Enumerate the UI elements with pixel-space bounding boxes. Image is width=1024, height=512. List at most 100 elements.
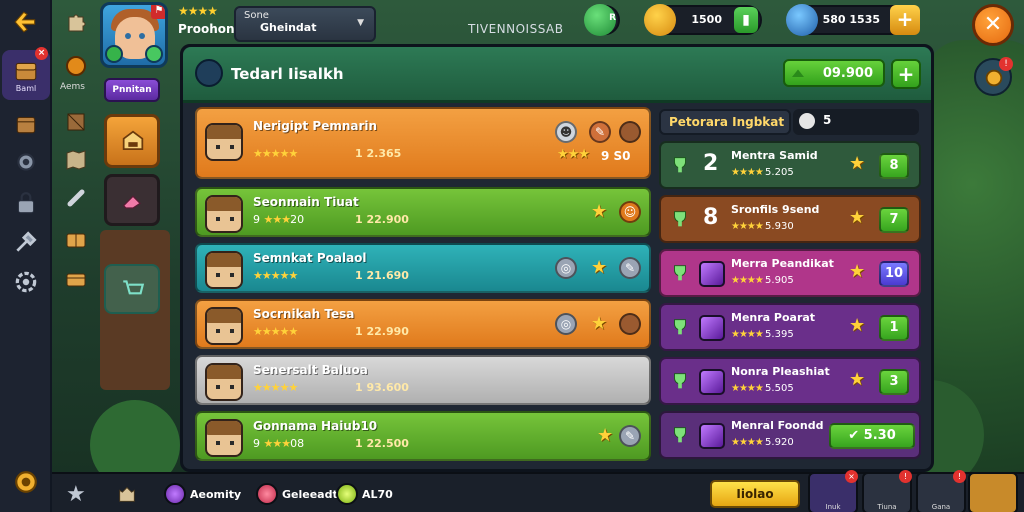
crate-icon (67, 113, 85, 131)
ranking-row[interactable]: Menral Foondd ★★★★ 5.920 ✔ 5.30 (659, 411, 921, 459)
ranking-row[interactable]: 2 Mentra Samid ★★★★ 5.205 ★ 8 (659, 141, 921, 189)
bottom-item-label: Aeomity (190, 487, 242, 501)
crystal-counter[interactable]: 580 1535 + (786, 4, 920, 36)
header-add-button[interactable]: + (891, 59, 921, 89)
bronze-coin-icon[interactable] (619, 121, 641, 143)
cart-tile-button[interactable] (104, 264, 160, 314)
sidebar-item-chest[interactable] (6, 184, 46, 224)
star-icon: ★ (849, 315, 866, 336)
chest-icon (15, 62, 37, 80)
bottom-item-select[interactable]: Geleeadt (256, 480, 338, 508)
gem-counter[interactable]: R (584, 4, 620, 36)
bottom-item-label: AL70 (362, 487, 393, 501)
sidebar-item-gear[interactable] (6, 142, 46, 182)
ring-icon[interactable]: ◎ (555, 257, 577, 279)
bottom-tab-box[interactable] (968, 472, 1018, 512)
hero-row[interactable]: Senersalt Baluoa ★★★★★ 1 93.600 (195, 355, 651, 405)
bottom-tab-bag[interactable]: ! Gana (916, 470, 966, 512)
ranking-action-button[interactable]: 10 (879, 261, 909, 287)
ranking-row[interactable]: Merra Peandikat ★★★★ 5.905 ★ 10 (659, 249, 921, 297)
sidebar-item-tools[interactable] (6, 222, 46, 262)
ranking-action-button[interactable]: 7 (879, 207, 909, 233)
sidebar-item-bag[interactable]: Baml × (2, 47, 50, 100)
side-quest-button[interactable]: ! (974, 57, 1013, 96)
guild-dropdown[interactable]: Sone Gheindat ▼ (234, 6, 376, 42)
hero-row[interactable]: Semnkat Poalaol ★★★★★ 1 21.690 ◎ ★ ✎ (195, 243, 651, 293)
ranking-action-button[interactable]: 8 (879, 153, 909, 179)
hero-power: 1 2.365 (355, 147, 402, 160)
hero-name: Seonmain Tiuat (253, 195, 359, 209)
ranking-row[interactable]: Menra Poarat ★★★★ 5.395 ★ 1 (659, 303, 921, 351)
pencil-icon[interactable]: ✎ (619, 425, 641, 447)
compass-icon (195, 59, 223, 87)
rank-number: 8 (703, 205, 719, 230)
book-icon (66, 233, 86, 248)
hero-row[interactable]: Seonmain Tiuat 9 ★★★20 1 22.900 ★ ☺ (195, 187, 651, 237)
chevron-down-icon: ▼ (357, 18, 364, 28)
hero-portrait (205, 251, 243, 289)
header-value-box[interactable]: 09.900 (783, 59, 885, 87)
eraser-tile-button[interactable] (104, 174, 160, 226)
bottom-tab-chest[interactable]: ! Tiuna (862, 470, 912, 512)
gold-counter[interactable]: 1500 ▮ (644, 4, 762, 36)
eraser-icon (122, 195, 141, 209)
star-icon: ★★★ (557, 147, 590, 162)
ranking-action-button[interactable]: 1 (879, 315, 909, 341)
gem-icon (699, 369, 725, 395)
coin-tab-button[interactable] (60, 50, 92, 82)
green-orb-icon (336, 483, 358, 505)
smile-icon[interactable]: ☺ (619, 201, 641, 223)
hero-row[interactable]: Gonnama Haiub10 9 ★★★08 1 22.500 ★ ✎ (195, 411, 651, 461)
notification-badge: × (35, 47, 48, 60)
sidebar-item-medal[interactable] (6, 462, 46, 502)
pencil-icon[interactable]: ✎ (619, 257, 641, 279)
bottom-item-activity[interactable]: Aeomity (164, 480, 241, 508)
shop-tile-button[interactable] (104, 114, 160, 168)
hero-stars: ★★★★★ (253, 325, 298, 338)
treasure-button[interactable] (60, 262, 92, 294)
ranking-action-button[interactable]: ✔ 5.30 (829, 423, 915, 449)
ring-icon[interactable]: ◎ (555, 313, 577, 335)
ranking-name: Merra Peandikat (731, 257, 834, 270)
bottom-tab-hero[interactable]: × Inuk (808, 470, 858, 512)
gold-add-button[interactable]: ▮ (734, 7, 758, 33)
castle-button[interactable] (116, 480, 138, 508)
tab-ranking[interactable]: Petorara Ingbkat (659, 109, 791, 135)
crystal-add-button[interactable]: + (890, 5, 920, 35)
count-value: 5 (823, 113, 832, 127)
yellow-action-button[interactable]: Iiolao (710, 480, 800, 508)
gold-coin-icon (644, 4, 676, 36)
player-avatar[interactable]: ⚑ (100, 2, 168, 68)
purple-tab-button[interactable]: Pnnitan (104, 78, 160, 102)
tab-count[interactable]: 5 (793, 109, 919, 135)
ghost-icon[interactable]: ☻ (555, 121, 577, 143)
scroll-button[interactable] (60, 182, 92, 214)
ranking-stars: ★★★★ 5.930 (731, 221, 794, 232)
hero-stars: ★★★★★ (253, 147, 298, 160)
ranking-row[interactable]: 8 Sronfils 9send ★★★★ 5.930 ★ 7 (659, 195, 921, 243)
green-gem-icon (105, 45, 123, 63)
scroll-icon[interactable]: ✎ (589, 121, 611, 143)
hero-row[interactable]: Socrnikah Tesa ★★★★★ 1 22.990 ◎ ★ (195, 299, 651, 349)
player-name: Proohont (178, 22, 241, 36)
star-icon: ★ (849, 207, 866, 228)
hero-stars: ★★★★★ (253, 381, 298, 394)
ranking-stars: ★★★★ 5.920 (731, 437, 794, 448)
ranking-row[interactable]: Nonra Pleashiat ★★★★ 5.505 ★ 3 (659, 357, 921, 405)
close-button[interactable]: ✕ (972, 4, 1014, 46)
star-button[interactable]: ★ (66, 480, 86, 508)
trophy-icon (674, 373, 686, 389)
ranking-stars: ★★★★ 5.205 (731, 167, 794, 178)
sidebar-item-settings[interactable] (6, 262, 46, 302)
bottom-item-auto[interactable]: AL70 (336, 480, 393, 508)
back-button[interactable] (6, 2, 46, 42)
crate-button[interactable] (60, 106, 92, 138)
ranking-action-button[interactable]: 3 (879, 369, 909, 395)
shop-icon (122, 130, 144, 151)
bronze-coin-icon[interactable] (619, 313, 641, 335)
book-button[interactable] (60, 224, 92, 256)
map-button[interactable] (60, 144, 92, 176)
sidebar-item-box[interactable] (6, 104, 46, 144)
box-icon (16, 116, 36, 134)
hero-row[interactable]: Nerigipt Pemnarin ★★★★★ 1 2.365 ☻ ✎ ★★★ … (195, 107, 651, 179)
